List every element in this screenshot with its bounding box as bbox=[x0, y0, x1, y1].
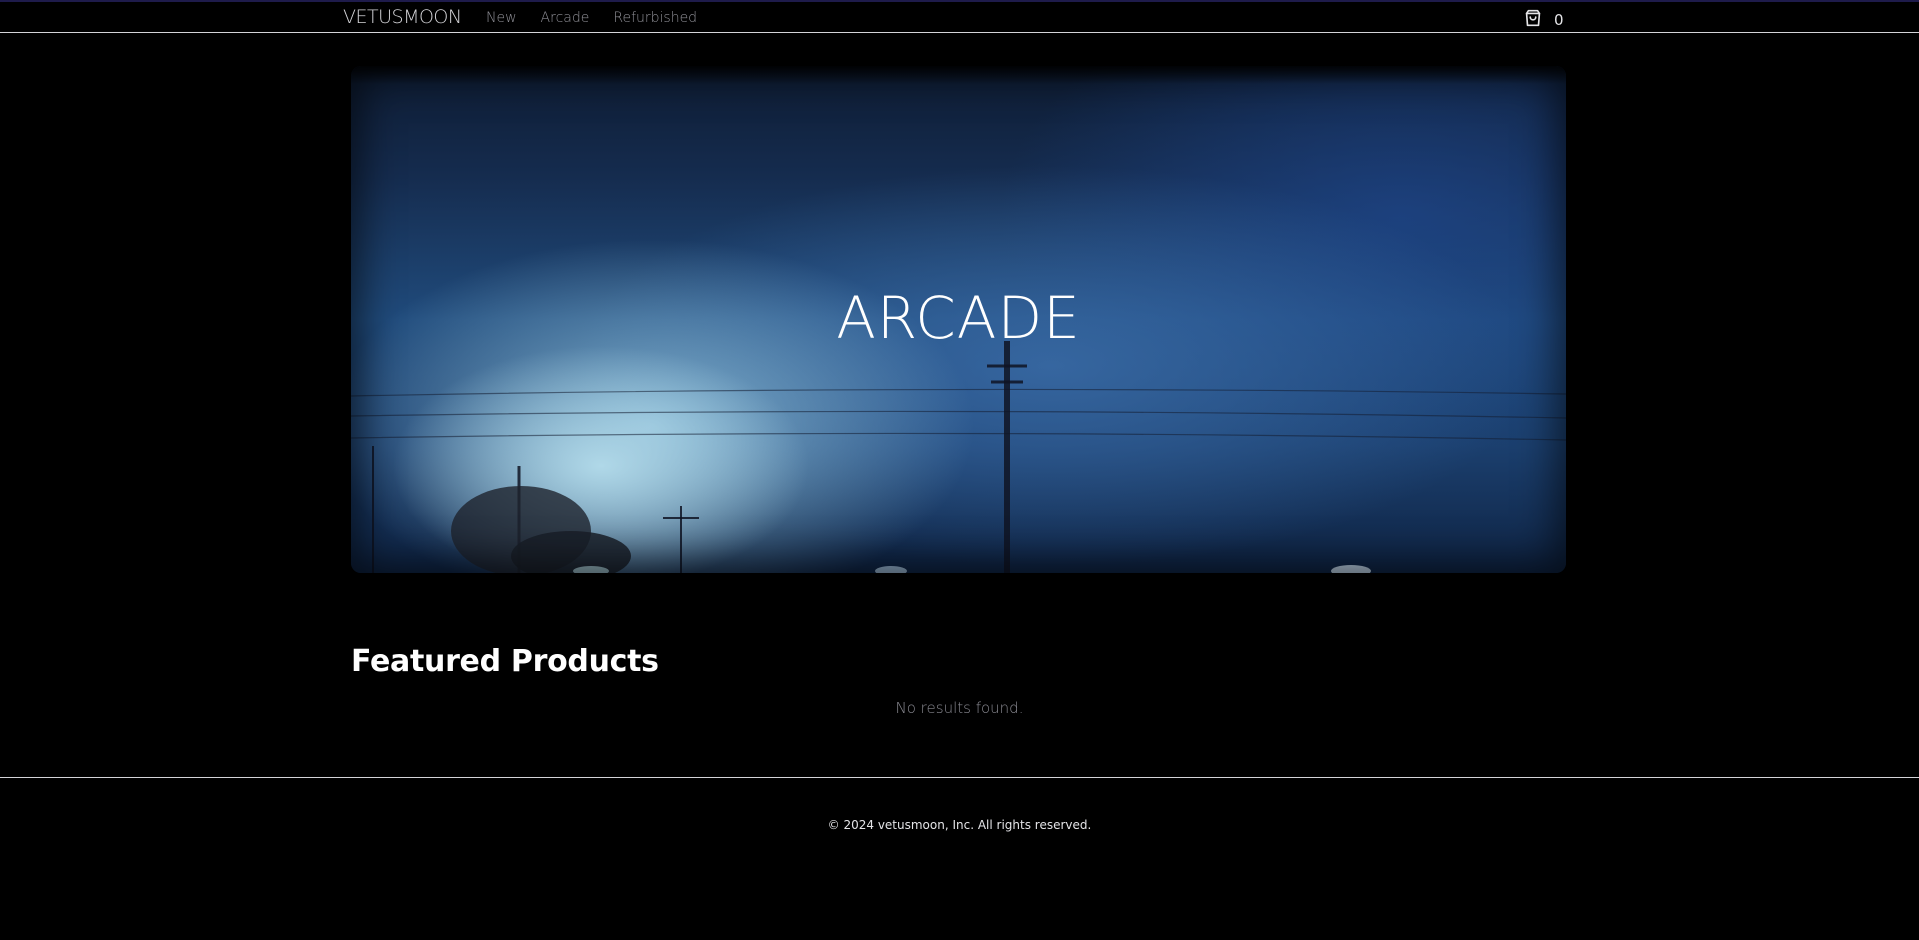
nav-link-arcade[interactable]: Arcade bbox=[541, 10, 590, 26]
nav-link-new[interactable]: New bbox=[486, 10, 517, 26]
cart-button[interactable]: 0 bbox=[1522, 7, 1564, 33]
site-header: VETUSMOON New Arcade Refurbished 0 bbox=[0, 2, 1919, 33]
hero-banner: ARCADE bbox=[351, 66, 1566, 573]
no-results-message: No results found. bbox=[895, 699, 1024, 717]
hero-title: ARCADE bbox=[836, 284, 1081, 352]
brand-logo[interactable]: VETUSMOON bbox=[343, 6, 462, 28]
main-nav: New Arcade Refurbished bbox=[486, 10, 697, 26]
nav-link-refurbished[interactable]: Refurbished bbox=[613, 10, 697, 26]
site-footer: © 2024 vetusmoon, Inc. All rights reserv… bbox=[0, 777, 1919, 940]
copyright-text: © 2024 vetusmoon, Inc. All rights reserv… bbox=[827, 818, 1092, 832]
shopping-bag-icon bbox=[1522, 7, 1544, 33]
hero-background-image bbox=[351, 341, 1566, 573]
cart-count: 0 bbox=[1554, 11, 1564, 29]
featured-products-heading: Featured Products bbox=[351, 644, 659, 679]
